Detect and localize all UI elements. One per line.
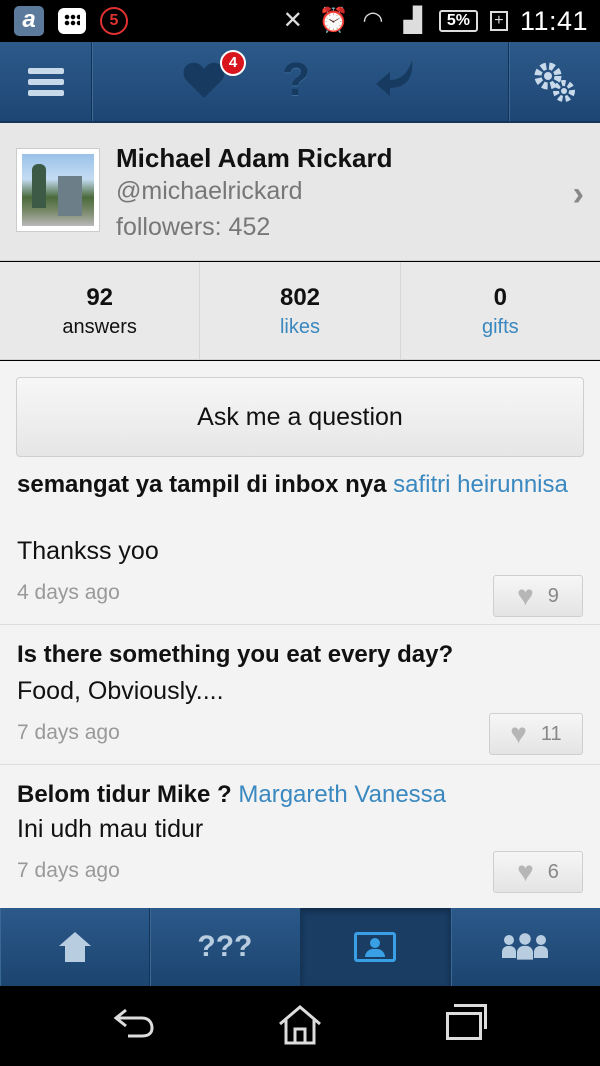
- answers-feed: Ask me a question semangat ya tampil di …: [0, 361, 600, 908]
- home-button[interactable]: [276, 1004, 324, 1055]
- tab-friends[interactable]: [451, 908, 600, 986]
- notification-count-icon: 5: [100, 7, 128, 35]
- answer-text: Food, Obviously....: [17, 677, 224, 705]
- answers-label: answers: [62, 316, 137, 338]
- question-body: semangat ya tampil di inbox nya: [17, 471, 387, 498]
- question-icon[interactable]: ?: [282, 52, 310, 106]
- question-text: Is there something you eat every day?: [17, 639, 577, 671]
- bluetooth-off-icon: ✕: [282, 7, 303, 34]
- answers-count: 92: [86, 284, 114, 311]
- tab-profile[interactable]: [300, 908, 451, 986]
- like-button[interactable]: ♥ 9: [493, 575, 583, 617]
- alarm-icon: ⏰: [318, 7, 349, 34]
- app-notification-icon: a: [14, 6, 44, 36]
- avatar-photo: [22, 154, 94, 226]
- question-body: Is there something you eat every day?: [17, 641, 454, 668]
- questions-icon: ???: [197, 930, 253, 963]
- menu-button[interactable]: [0, 42, 92, 121]
- profile-header[interactable]: Michael Adam Rickard @michaelrickard fol…: [0, 123, 600, 261]
- status-bar: a 5 ✕ ⏰ ◠ ▟ 5% + 11:41: [0, 0, 600, 42]
- wifi-icon: ◠: [362, 7, 384, 34]
- gifts-count: 0: [493, 284, 507, 311]
- friends-icon: [502, 933, 549, 960]
- list-item: semangat ya tampil di inbox nya safitri …: [0, 457, 600, 625]
- gifts-label: gifts: [481, 316, 519, 338]
- bbm-icon: [58, 8, 86, 34]
- like-count: 11: [540, 722, 562, 745]
- question-text: semangat ya tampil di inbox nya safitri …: [17, 469, 577, 501]
- heart-icon: ♥: [510, 718, 527, 749]
- system-nav-bar: [0, 986, 600, 1066]
- answer-text: Ini udh mau tidur: [17, 815, 204, 843]
- reply-button[interactable]: [374, 54, 420, 105]
- profile-name: Michael Adam Rickard: [116, 143, 393, 173]
- bottom-tab-bar: ???: [0, 908, 600, 986]
- likes-label: likes: [279, 316, 320, 338]
- chevron-right-icon[interactable]: ›: [573, 175, 584, 214]
- answer-time: 7 days ago: [17, 859, 120, 882]
- list-item: Is there something you eat every day? Fo…: [0, 625, 600, 765]
- answer-time: 4 days ago: [17, 581, 120, 604]
- top-action-bar: 4 ?: [0, 42, 600, 123]
- like-button[interactable]: ♥ 6: [493, 851, 583, 893]
- recent-apps-icon: [446, 1004, 487, 1040]
- ask-question-button[interactable]: Ask me a question: [16, 377, 584, 457]
- profile-icon: [354, 932, 397, 962]
- recent-apps-button[interactable]: [446, 1004, 487, 1040]
- battery-indicator: 5%: [438, 10, 478, 32]
- answer-time: 7 days ago: [17, 721, 120, 744]
- notification-badge: 4: [220, 50, 246, 76]
- reply-icon: [376, 60, 413, 96]
- like-count: 6: [547, 860, 559, 883]
- list-item: Belom tidur Mike ? Margareth Vanessa Ini…: [0, 765, 600, 908]
- back-button[interactable]: [112, 1004, 156, 1049]
- asker-link[interactable]: Margareth Vanessa: [238, 781, 446, 808]
- stats-row: 92 answers 802 likes 0 gifts: [0, 262, 600, 360]
- asker-link[interactable]: safitri heirunnisa: [393, 471, 568, 498]
- stat-gifts[interactable]: 0 gifts: [401, 262, 600, 359]
- notifications-button[interactable]: [182, 60, 226, 105]
- stat-likes[interactable]: 802 likes: [200, 262, 401, 359]
- question-body: Belom tidur Mike ?: [17, 781, 232, 808]
- like-count: 9: [547, 584, 559, 607]
- status-time: 11:41: [519, 5, 588, 36]
- settings-button[interactable]: [508, 42, 600, 121]
- home-icon: [57, 932, 93, 962]
- home-outline-icon: [279, 1005, 321, 1045]
- stat-answers[interactable]: 92 answers: [0, 262, 201, 359]
- question-text: Belom tidur Mike ? Margareth Vanessa: [17, 779, 577, 811]
- heart-icon: ♥: [517, 856, 534, 887]
- back-arrow-icon: [113, 1008, 154, 1038]
- like-button[interactable]: ♥ 11: [489, 713, 583, 755]
- avatar[interactable]: [16, 148, 100, 232]
- profile-handle: @michaelrickard: [116, 177, 303, 205]
- top-center-actions: 4 ?: [92, 42, 508, 121]
- followers-count: followers: 452: [116, 213, 271, 241]
- heart-icon: ♥: [517, 580, 534, 611]
- charging-icon: +: [489, 11, 508, 31]
- tab-home[interactable]: [0, 908, 151, 986]
- answer-text: Thankss yoo: [17, 537, 159, 565]
- likes-count: 802: [279, 284, 321, 311]
- menu-icon: [27, 63, 64, 101]
- signal-icon: ▟: [403, 7, 423, 34]
- gear-icon: [534, 62, 575, 102]
- tab-questions[interactable]: ???: [150, 908, 301, 986]
